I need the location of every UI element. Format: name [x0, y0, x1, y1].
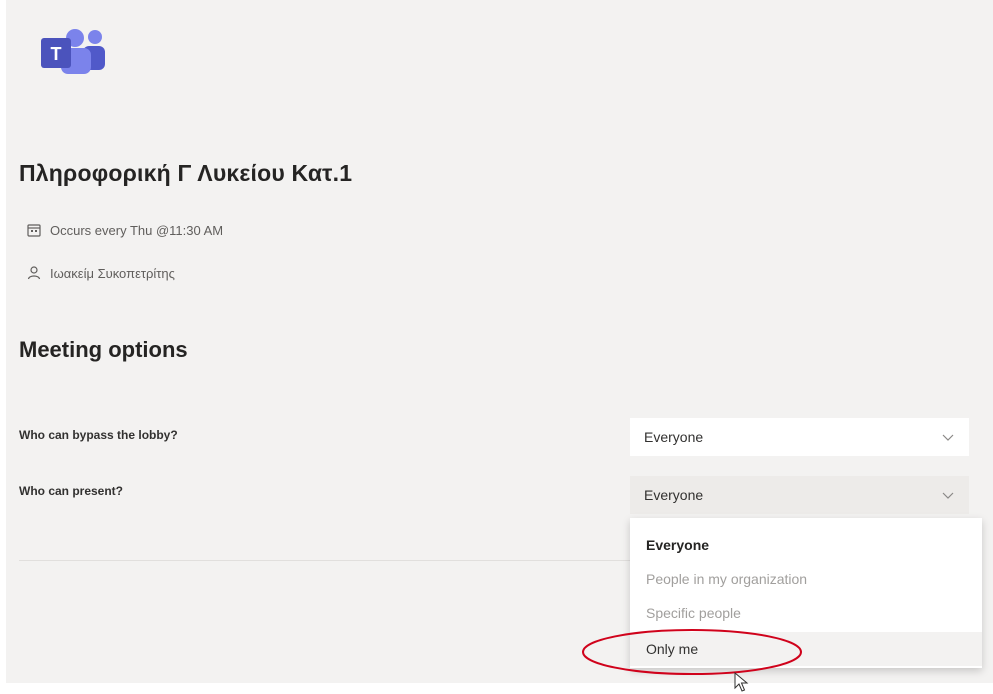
mouse-pointer-icon: [734, 672, 749, 692]
option-everyone[interactable]: Everyone: [630, 528, 982, 562]
calendar-icon: [27, 224, 41, 237]
recurrence-row: Occurs every Thu @11:30 AM: [26, 222, 223, 238]
chevron-down-icon: [942, 434, 954, 441]
option-specific-people[interactable]: Specific people: [630, 596, 982, 630]
highlight-ellipse: [582, 629, 802, 675]
section-title: Meeting options: [19, 337, 188, 362]
meeting-title: Πληροφορική Γ Λυκείου Κατ.1: [19, 160, 353, 186]
bypass-lobby-label: Who can bypass the lobby?: [19, 428, 178, 442]
organizer-row: Ιωακείμ Συκοπετρίτης: [26, 265, 175, 281]
divider: [19, 560, 631, 561]
who-can-present-value: Everyone: [644, 487, 704, 503]
person-icon: [27, 266, 41, 280]
logo-letter: T: [51, 44, 62, 64]
bypass-lobby-dropdown[interactable]: Everyone: [630, 418, 969, 456]
who-can-present-dropdown[interactable]: Everyone: [630, 476, 969, 514]
organizer-name: Ιωακείμ Συκοπετρίτης: [50, 265, 175, 281]
who-can-present-label: Who can present?: [19, 484, 124, 498]
bypass-lobby-value: Everyone: [644, 429, 704, 445]
microsoft-teams-logo-icon: T: [41, 29, 105, 74]
chevron-down-icon: [942, 492, 954, 499]
recurrence-text: Occurs every Thu @11:30 AM: [50, 222, 224, 238]
option-people-in-my-organization[interactable]: People in my organization: [630, 562, 982, 596]
